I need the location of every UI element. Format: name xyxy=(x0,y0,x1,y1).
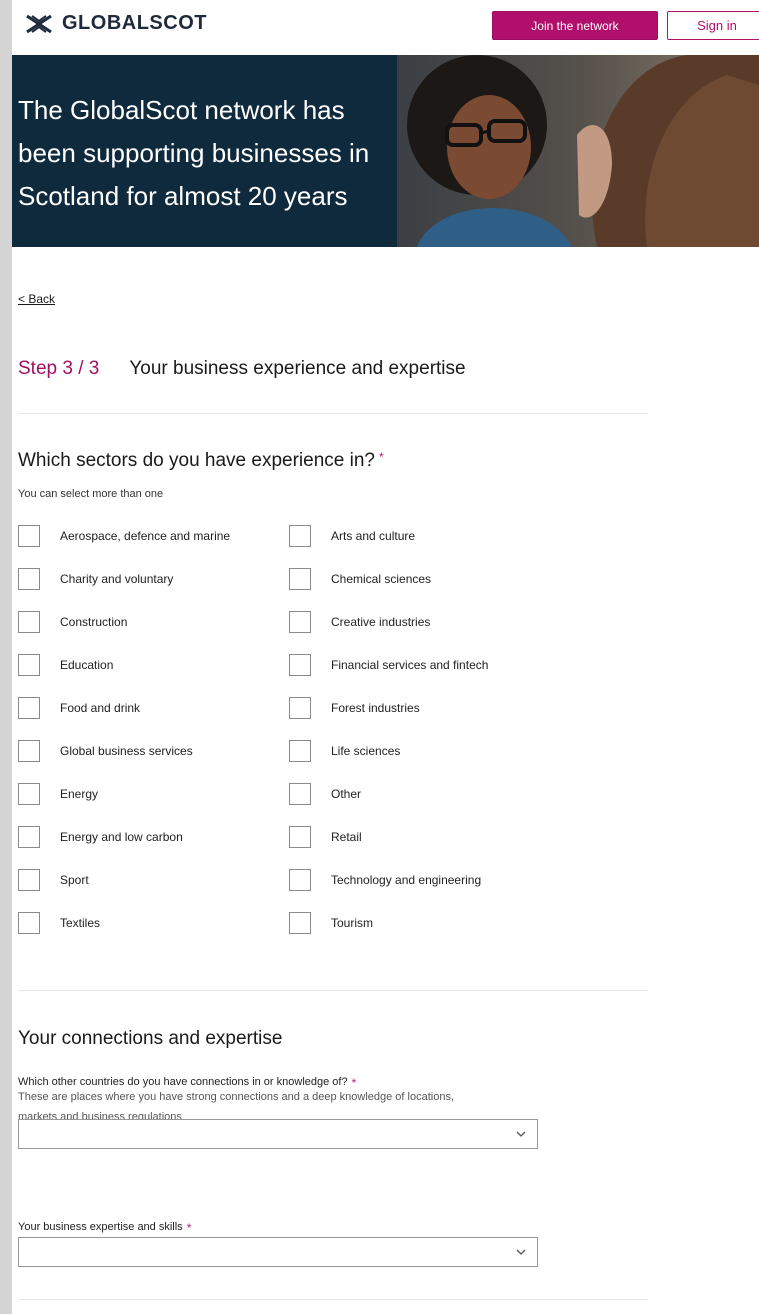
countries-select[interactable] xyxy=(18,1119,538,1149)
checkbox[interactable] xyxy=(18,525,40,547)
sign-in-button[interactable]: Sign in xyxy=(667,11,759,40)
sector-label: Energy xyxy=(60,787,99,801)
checkbox[interactable] xyxy=(289,568,311,590)
sector-option[interactable]: Education xyxy=(18,651,289,679)
hero-photo xyxy=(397,55,759,247)
globalscot-logo-icon xyxy=(26,14,52,33)
sectors-heading-text: Which sectors do you have experience in? xyxy=(18,450,375,471)
sector-option[interactable]: Charity and voluntary xyxy=(18,565,289,593)
step-number: Step 3 / 3 xyxy=(18,358,100,379)
step-title: Your business experience and expertise xyxy=(129,358,466,379)
sector-option[interactable]: Chemical sciences xyxy=(289,565,578,593)
checkbox[interactable] xyxy=(18,697,40,719)
sector-label: Forest industries xyxy=(331,701,420,715)
sector-label: Financial services and fintech xyxy=(331,658,489,672)
hero-heading: The GlobalScot network has been supporti… xyxy=(18,89,388,218)
step-heading: Step 3 / 3 Your business experience and … xyxy=(18,358,466,380)
checkbox[interactable] xyxy=(289,740,311,762)
hero-line: Scotland for almost 20 years xyxy=(18,181,348,211)
skills-label-text: Your business expertise and skills xyxy=(18,1221,183,1233)
sector-label: Construction xyxy=(60,615,128,629)
sectors-checkbox-grid: Aerospace, defence and marine Arts and c… xyxy=(18,522,578,952)
sector-option[interactable]: Arts and culture xyxy=(289,522,578,550)
required-marker: * xyxy=(186,1221,192,1235)
sectors-heading: Which sectors do you have experience in?… xyxy=(18,450,384,472)
sectors-hint: You can select more than one xyxy=(18,488,164,500)
checkbox[interactable] xyxy=(289,869,311,891)
logo[interactable]: GLOBALSCOT xyxy=(24,12,207,35)
sector-label: Textiles xyxy=(60,916,101,930)
checkbox[interactable] xyxy=(18,869,40,891)
checkbox[interactable] xyxy=(18,611,40,633)
checkbox[interactable] xyxy=(289,654,311,676)
sector-option[interactable]: Technology and engineering xyxy=(289,866,578,894)
sector-label: Tourism xyxy=(331,916,374,930)
brand-name: GLOBALSCOT xyxy=(62,12,207,34)
sector-option[interactable]: Retail xyxy=(289,823,578,851)
countries-description-line: These are places where you have strong c… xyxy=(18,1091,455,1103)
sector-option[interactable]: Construction xyxy=(18,608,289,636)
sector-label: Life sciences xyxy=(331,744,401,758)
sector-option[interactable]: Textiles xyxy=(18,909,289,937)
sector-label: Chemical sciences xyxy=(331,572,432,586)
back-link[interactable]: < Back xyxy=(18,292,55,306)
connections-heading: Your connections and expertise xyxy=(18,1028,283,1049)
checkbox[interactable] xyxy=(18,912,40,934)
checkbox[interactable] xyxy=(18,783,40,805)
top-bar: GLOBALSCOT Join the network Sign in xyxy=(12,0,759,55)
sector-option[interactable]: Forest industries xyxy=(289,694,578,722)
sector-label: Food and drink xyxy=(60,701,141,715)
sector-option[interactable]: Aerospace, defence and marine xyxy=(18,522,289,550)
sector-label: Global business services xyxy=(60,744,193,758)
checkbox[interactable] xyxy=(289,783,311,805)
sector-option[interactable]: Other xyxy=(289,780,578,808)
checkbox[interactable] xyxy=(18,654,40,676)
checkbox[interactable] xyxy=(289,525,311,547)
sector-option[interactable]: Food and drink xyxy=(18,694,289,722)
divider xyxy=(18,413,648,414)
hero-line: The GlobalScot network has xyxy=(18,95,345,125)
chevron-down-icon xyxy=(516,1131,526,1137)
sector-option[interactable]: Energy and low carbon xyxy=(18,823,289,851)
sector-option[interactable]: Creative industries xyxy=(289,608,578,636)
sector-option[interactable]: Sport xyxy=(18,866,289,894)
divider xyxy=(18,990,648,991)
checkbox[interactable] xyxy=(289,697,311,719)
sector-option[interactable]: Energy xyxy=(18,780,289,808)
sector-label: Sport xyxy=(60,873,89,887)
sector-label: Education xyxy=(60,658,114,672)
join-network-button[interactable]: Join the network xyxy=(492,11,658,40)
hero-line: been supporting businesses in xyxy=(18,138,370,168)
hero-banner: The GlobalScot network has been supporti… xyxy=(12,55,759,247)
sector-label: Retail xyxy=(331,830,362,844)
checkbox[interactable] xyxy=(18,740,40,762)
required-marker: * xyxy=(378,450,384,464)
sector-label: Creative industries xyxy=(331,615,431,629)
checkbox[interactable] xyxy=(289,912,311,934)
sector-label: Aerospace, defence and marine xyxy=(60,529,231,543)
page: GLOBALSCOT Join the network Sign in The … xyxy=(12,0,759,1314)
sector-option[interactable]: Financial services and fintech xyxy=(289,651,578,679)
skills-select[interactable] xyxy=(18,1237,538,1267)
sector-label: Arts and culture xyxy=(331,529,416,543)
checkbox[interactable] xyxy=(289,611,311,633)
checkbox[interactable] xyxy=(18,568,40,590)
sector-option[interactable]: Global business services xyxy=(18,737,289,765)
sector-label: Technology and engineering xyxy=(331,873,482,887)
sector-label: Charity and voluntary xyxy=(60,572,174,586)
checkbox[interactable] xyxy=(289,826,311,848)
sector-option[interactable]: Tourism xyxy=(289,909,578,937)
sector-label: Other xyxy=(331,787,362,801)
chevron-down-icon xyxy=(516,1249,526,1255)
checkbox[interactable] xyxy=(18,826,40,848)
sector-option[interactable]: Life sciences xyxy=(289,737,578,765)
sector-label: Energy and low carbon xyxy=(60,830,183,844)
divider xyxy=(18,1299,648,1300)
skills-label: Your business expertise and skills * xyxy=(18,1221,191,1235)
